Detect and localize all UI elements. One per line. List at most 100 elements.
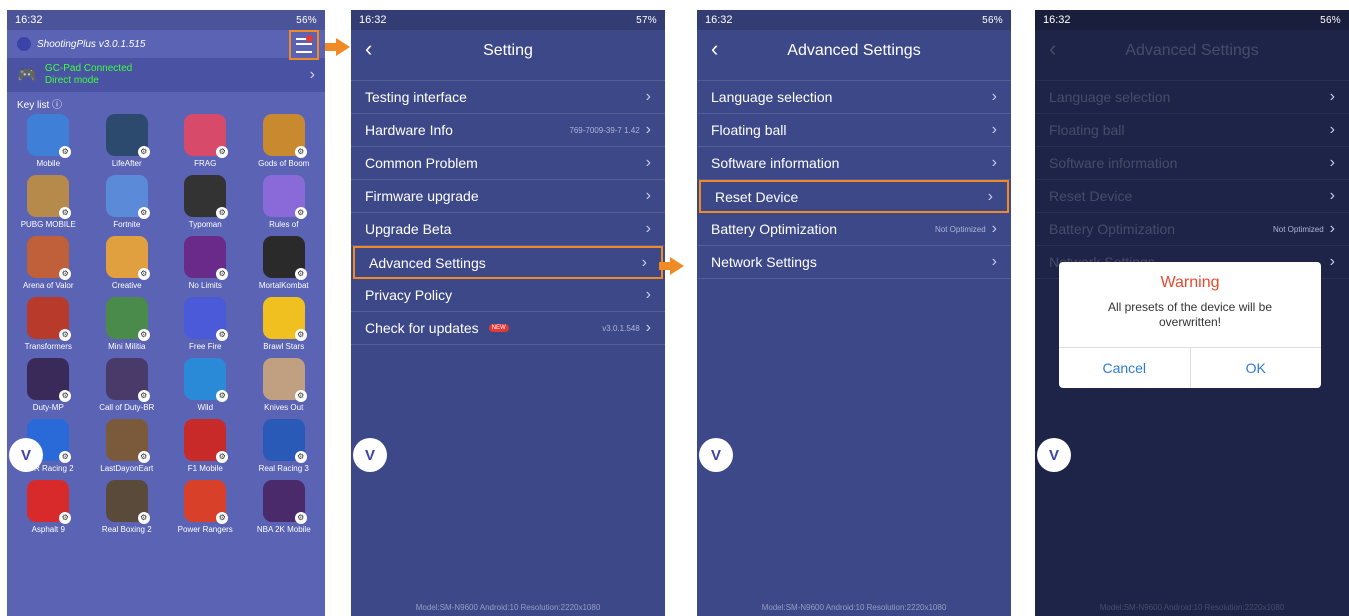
game-tile[interactable]: ⚙ FRAG [166,114,245,168]
game-tile[interactable]: ⚙ PUBG MOBILE [9,175,88,229]
floating-ball-button[interactable]: V [9,438,43,472]
game-tile[interactable]: ⚙ Mobile [9,114,88,168]
game-name: PUBG MOBILE [20,220,76,229]
game-tile[interactable]: ⚙ Call of Duty-BR [88,358,167,412]
game-name: Duty-MP [32,403,64,412]
settings-row-software-information[interactable]: Software information › [697,147,1011,180]
chevron-right-icon: › [991,220,997,237]
settings-row-check-for-updates[interactable]: Check for updates NEW v3.0.1.548 › [351,312,665,345]
settings-badge-icon: ⚙ [59,329,72,341]
game-tile[interactable]: ⚙ Real Racing 3 [245,419,324,473]
game-tile[interactable]: ⚙ MortalKombat [245,236,324,290]
game-tile[interactable]: ⚙ F1 Mobile [166,419,245,473]
game-tile[interactable]: ⚙ Power Rangers [166,480,245,534]
game-name: MortalKombat [258,281,309,290]
settings-row-privacy-policy[interactable]: Privacy Policy › [351,279,665,312]
floating-ball-button[interactable]: V [699,438,733,472]
game-tile[interactable]: ⚙ Knives Out [245,358,324,412]
game-name: Wild [197,403,214,412]
menu-button[interactable] [289,30,319,60]
settings-badge-icon: ⚙ [137,207,150,219]
game-tile[interactable]: ⚙ Rules of [245,175,324,229]
page-title: Advanced Settings [787,42,921,59]
floating-ball-button[interactable]: V [1037,438,1071,472]
game-icon: ⚙ [184,480,229,524]
status-bar: 16:32 56% [1035,10,1349,30]
game-tile[interactable]: ⚙ Fortnite [88,175,167,229]
settings-row-language-selection[interactable]: Language selection › [1035,81,1349,114]
chevron-right-icon: › [991,154,997,171]
game-tile[interactable]: ⚙ No Limits [166,236,245,290]
game-tile[interactable]: ⚙ Brawl Stars [245,297,324,351]
settings-badge-icon: ⚙ [137,451,150,463]
game-tile[interactable]: ⚙ Creative [88,236,167,290]
settings-row-upgrade-beta[interactable]: Upgrade Beta › [351,213,665,246]
game-grid: ⚙ Mobile ⚙ LifeAfter ⚙ FRAG ⚙ Gods of Boom ⚙ PUBG… [7,112,325,534]
game-icon: ⚙ [27,175,72,219]
app-header: ShootingPlus v3.0.1.515 [7,30,325,60]
game-icon: ⚙ [105,358,150,402]
settings-row-battery-optimization[interactable]: Battery Optimization Not Optimized › [1035,213,1349,246]
chevron-right-icon: › [1329,187,1335,204]
status-bar: 16:32 56% [7,10,325,30]
game-tile[interactable]: ⚙ LastDayonEart [88,419,167,473]
status-bar: 16:32 57% [351,10,665,30]
game-icon: ⚙ [105,114,150,158]
settings-row-common-problem[interactable]: Common Problem › [351,147,665,180]
chevron-right-icon: › [645,187,651,204]
back-arrow-icon[interactable]: ‹ [365,36,372,62]
back-arrow-icon[interactable]: ‹ [711,36,718,62]
settings-badge-icon: ⚙ [59,390,72,402]
game-tile[interactable]: ⚙ NBA 2K Mobile [245,480,324,534]
settings-row-reset-device[interactable]: Reset Device › [1035,180,1349,213]
game-tile[interactable]: ⚙ Typoman [166,175,245,229]
row-label: Upgrade Beta [365,221,452,237]
game-tile[interactable]: ⚙ Asphalt 9 [9,480,88,534]
row-label: Battery Optimization [711,221,838,237]
settings-row-advanced-settings[interactable]: Advanced Settings › [353,246,663,279]
game-name: Rules of [269,220,299,229]
game-tile[interactable]: ⚙ Gods of Boom [245,114,324,168]
chevron-right-icon: › [991,121,997,138]
game-tile[interactable]: ⚙ Arena of Valor [9,236,88,290]
settings-row-language-selection[interactable]: Language selection › [697,81,1011,114]
gamepad-icon: 🎮 [17,67,37,84]
game-tile[interactable]: ⚙ Real Boxing 2 [88,480,167,534]
ok-button[interactable]: OK [1191,348,1322,388]
game-name: Real Boxing 2 [101,525,152,534]
settings-row-reset-device[interactable]: Reset Device › [699,180,1009,213]
game-name: LifeAfter [111,159,142,168]
game-tile[interactable]: ⚙ Wild [166,358,245,412]
game-tile[interactable]: ⚙ Free Fire [166,297,245,351]
cancel-button[interactable]: Cancel [1059,348,1191,388]
row-label: Testing interface [365,89,467,105]
gamepad-connection-row[interactable]: 🎮 GC-Pad Connected Direct mode › [7,58,325,92]
settings-row-floating-ball[interactable]: Floating ball › [697,114,1011,147]
status-time: 16:32 [15,14,43,26]
settings-badge-icon: ⚙ [294,329,307,341]
row-label: Common Problem [365,155,478,171]
settings-badge-icon: ⚙ [59,268,72,280]
device-info-footer: Model:SM-N9600 Android:10 Resolution:222… [761,603,947,612]
settings-row-testing-interface[interactable]: Testing interface › [351,81,665,114]
settings-row-hardware-info[interactable]: Hardware Info 769-7009-39-7 1.42 › [351,114,665,147]
settings-badge-icon: ⚙ [216,390,229,402]
nav-bar: ‹ Advanced Settings [697,30,1011,72]
settings-row-network-settings[interactable]: Network Settings › [697,246,1011,279]
settings-row-battery-optimization[interactable]: Battery Optimization Not Optimized › [697,213,1011,246]
game-tile[interactable]: ⚙ LifeAfter [88,114,167,168]
floating-ball-button[interactable]: V [353,438,387,472]
game-tile[interactable]: ⚙ Duty-MP [9,358,88,412]
chevron-right-icon: › [1329,220,1335,237]
game-name: Fortnite [113,220,141,229]
settings-row-firmware-upgrade[interactable]: Firmware upgrade › [351,180,665,213]
flow-arrow-icon [659,257,684,275]
settings-row-software-information[interactable]: Software information › [1035,147,1349,180]
settings-badge-icon: ⚙ [59,451,72,463]
game-tile[interactable]: ⚙ Mini Militia [88,297,167,351]
back-arrow-icon: ‹ [1049,36,1057,61]
settings-row-floating-ball[interactable]: Floating ball › [1035,114,1349,147]
game-name: LastDayonEart [100,464,154,473]
game-tile[interactable]: ⚙ Transformers [9,297,88,351]
status-battery: 56% [1320,14,1341,26]
